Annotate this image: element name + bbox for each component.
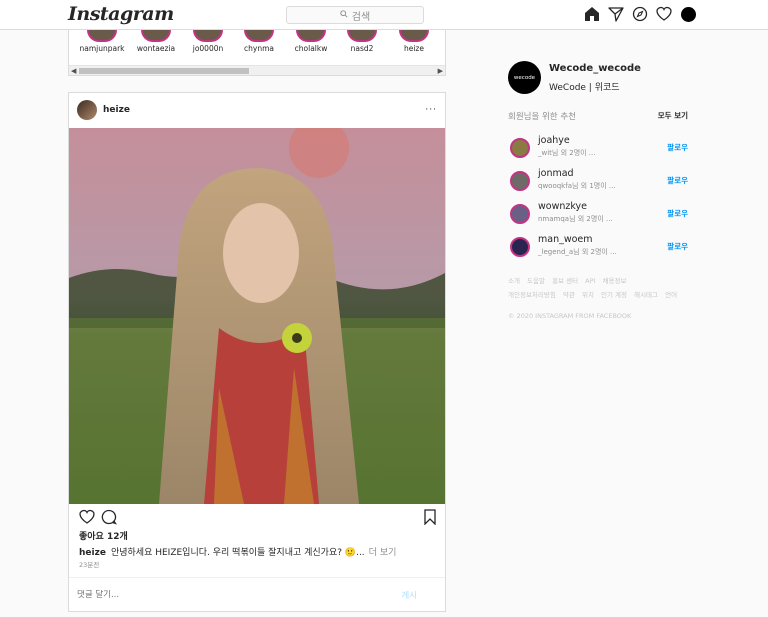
story-name: wontaezia	[136, 44, 176, 53]
footer-link[interactable]: 도움말	[527, 277, 545, 285]
story-item[interactable]: namjunpark	[77, 30, 127, 53]
footer-link[interactable]: 위치	[582, 291, 594, 299]
top-navbar: Instagram 검색	[0, 0, 768, 30]
post-comment-button[interactable]: 게시	[401, 589, 417, 601]
suggestion-username[interactable]: jonmad	[538, 168, 574, 179]
suggestion-meta: qwooqkfa님 외 1명이 ...	[538, 182, 616, 190]
current-user-subtitle: WeCode | 위코드	[549, 82, 620, 93]
instagram-logo[interactable]: Instagram	[68, 3, 174, 25]
suggestion-item: joahye _wit님 외 2명이 ... 팔로우	[510, 135, 690, 163]
search-icon	[340, 9, 348, 21]
story-item[interactable]: wontaezia	[131, 30, 181, 53]
suggestion-avatar[interactable]	[510, 138, 530, 158]
post-caption: heize 안녕하세요 HEIZE입니다. 우리 떡볶이들 잘지내고 계신가요? …	[79, 545, 396, 558]
story-name: jo0000n	[192, 44, 224, 53]
see-all-link[interactable]: 모두 보기	[658, 110, 688, 122]
post-timestamp: 23분전	[79, 561, 100, 569]
footer-link[interactable]: 인기 계정	[601, 291, 627, 299]
footer-link[interactable]: 언어	[665, 291, 677, 299]
post-image[interactable]	[69, 128, 445, 504]
follow-button[interactable]: 팔로우	[667, 241, 688, 252]
footer-link[interactable]: API	[585, 277, 595, 285]
story-name: chynma	[244, 44, 274, 53]
footer-link[interactable]: 개인정보처리방침	[508, 291, 556, 299]
footer-link[interactable]: 소개	[508, 277, 520, 285]
scroll-left-arrow-icon[interactable]: ◀	[71, 67, 76, 75]
footer-link[interactable]: 채용정보	[603, 277, 627, 285]
caption-username[interactable]: heize	[79, 548, 106, 558]
like-count[interactable]: 좋아요 12개	[79, 529, 128, 542]
stories-tray: namjunpark wontaezia jo0000n chynma chol…	[68, 30, 446, 76]
suggestion-username[interactable]: joahye	[538, 135, 570, 146]
story-item[interactable]: chynma	[234, 30, 284, 53]
caption-text: 안녕하세요 HEIZE입니다. 우리 떡볶이들 잘지내고 계신가요? 🙂...	[110, 548, 365, 558]
suggestion-avatar[interactable]	[510, 171, 530, 191]
story-name: heize	[403, 44, 424, 53]
more-options-icon[interactable]: ···	[425, 105, 437, 115]
story-avatar	[244, 30, 274, 42]
scroll-right-arrow-icon[interactable]: ▶	[438, 67, 443, 75]
footer-link[interactable]: 해시태그	[634, 291, 658, 299]
suggestions-title: 회원님을 위한 추천	[508, 112, 576, 122]
story-name: nasd2	[350, 44, 374, 53]
post-author-avatar[interactable]	[77, 100, 97, 120]
like-heart-icon[interactable]	[79, 509, 95, 529]
current-user-username[interactable]: Wecode_wecode	[549, 63, 641, 74]
suggestion-meta: _wit님 외 2명이 ...	[538, 149, 596, 157]
story-avatar	[399, 30, 429, 42]
post-header: heize ···	[69, 93, 445, 127]
story-item[interactable]: jo0000n	[183, 30, 233, 53]
suggestion-avatar[interactable]	[510, 237, 530, 257]
post-actions	[79, 509, 437, 527]
search-placeholder: 검색	[351, 11, 371, 23]
post-author-username[interactable]: heize	[103, 105, 130, 115]
follow-button[interactable]: 팔로우	[667, 175, 688, 186]
footer-links-row: 소개 도움말 홍보 센터 API 채용정보	[508, 275, 631, 285]
suggestion-item: jonmad qwooqkfa님 외 1명이 ... 팔로우	[510, 168, 690, 196]
follow-button[interactable]: 팔로우	[667, 142, 688, 153]
caption-more-link[interactable]: 더 보기	[369, 548, 397, 558]
story-avatar	[141, 30, 171, 42]
story-avatar	[87, 30, 117, 42]
story-item[interactable]: cholalkw	[286, 30, 336, 53]
footer-link[interactable]: 약관	[563, 291, 575, 299]
story-avatar	[347, 30, 377, 42]
direct-message-icon[interactable]	[608, 6, 624, 22]
story-avatar	[193, 30, 223, 42]
story-item[interactable]: nasd2	[337, 30, 387, 53]
follow-button[interactable]: 팔로우	[667, 208, 688, 219]
comment-form: 게시	[69, 577, 445, 612]
comment-bubble-icon[interactable]	[101, 509, 117, 529]
home-icon[interactable]	[584, 6, 600, 22]
suggestion-item: wownzkye nmamqa님 외 2명이 ... 팔로우	[510, 201, 690, 229]
feed-post: heize ··· 좋아요 12개 heize 안녕하세요 HEIZE입니다. …	[68, 92, 446, 612]
activity-heart-icon[interactable]	[656, 6, 672, 22]
suggestion-username[interactable]: wownzkye	[538, 201, 587, 212]
profile-avatar-icon[interactable]	[680, 6, 696, 22]
story-item[interactable]: heize	[389, 30, 439, 53]
bookmark-icon[interactable]	[423, 509, 437, 529]
current-user-avatar[interactable]: wecode	[508, 61, 541, 94]
current-user-profile: wecode Wecode_wecode WeCode | 위코드	[508, 61, 641, 94]
stories-scrollbar[interactable]: ◀ ▶	[69, 65, 445, 75]
story-name: cholalkw	[294, 44, 328, 53]
suggestion-username[interactable]: man_woem	[538, 234, 593, 245]
suggestions-header: 회원님을 위한 추천 모두 보기	[508, 110, 688, 122]
explore-compass-icon[interactable]	[632, 6, 648, 22]
story-name: namjunpark	[79, 44, 125, 53]
story-avatar	[296, 30, 326, 42]
suggestion-item: man_woem _legend_a님 외 2명이 ... 팔로우	[510, 234, 690, 262]
suggestion-meta: nmamqa님 외 2명이 ...	[538, 215, 613, 223]
comment-input[interactable]	[77, 590, 402, 600]
footer-link[interactable]: 홍보 센터	[552, 277, 578, 285]
copyright-text: © 2020 INSTAGRAM FROM FACEBOOK	[508, 312, 632, 320]
scrollbar-thumb[interactable]	[79, 68, 249, 74]
suggestion-avatar[interactable]	[510, 204, 530, 224]
suggestion-meta: _legend_a님 외 2명이 ...	[538, 248, 617, 256]
search-input[interactable]: 검색	[286, 6, 424, 24]
footer-links-row: 개인정보처리방침 약관 위치 인기 계정 해시태그 언어	[508, 289, 682, 299]
